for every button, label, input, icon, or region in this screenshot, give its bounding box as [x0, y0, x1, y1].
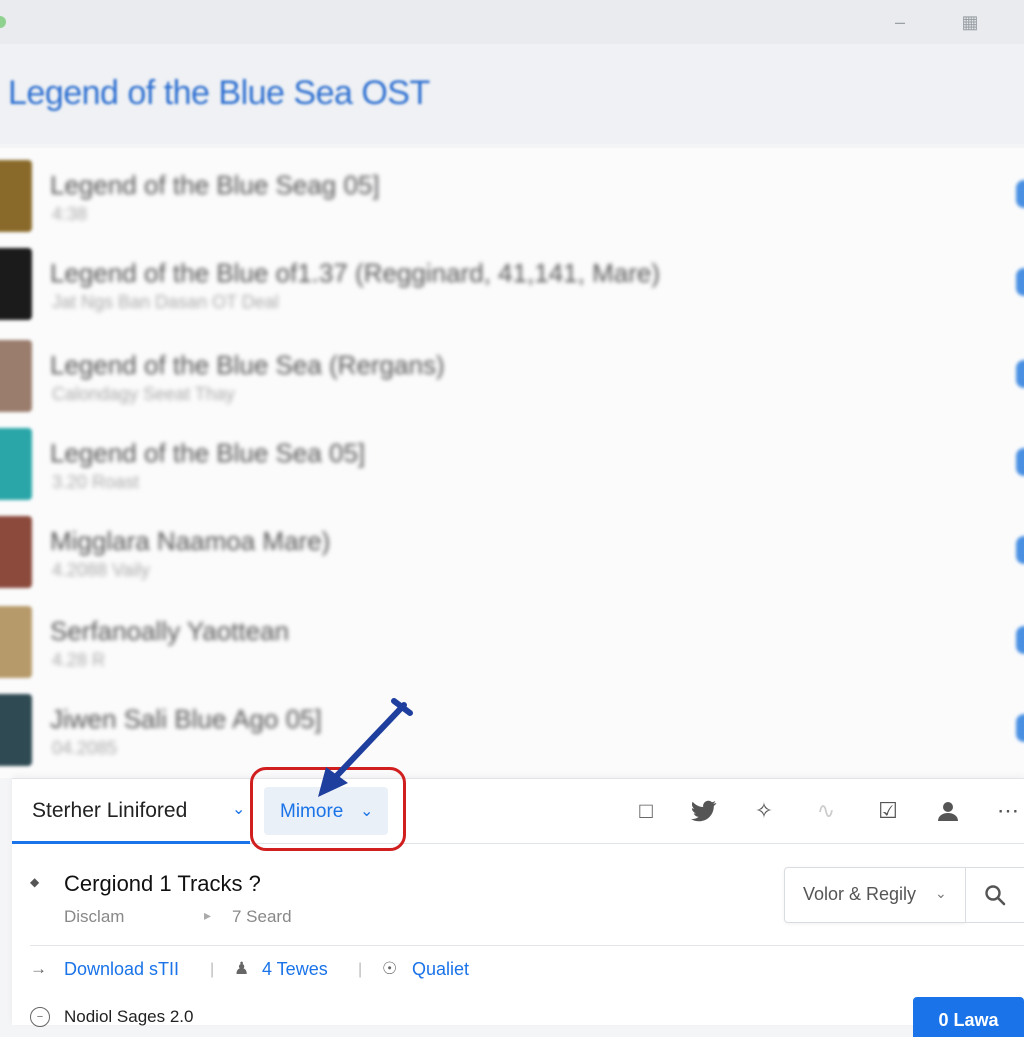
arrow-right-icon: →	[30, 959, 47, 978]
play-indicator[interactable]	[1016, 448, 1024, 476]
track-title: Jiwen Sali Blue Ago 05]	[50, 704, 322, 734]
tab-main-label: Sterher Linifored	[32, 799, 188, 822]
play-indicator[interactable]	[1016, 626, 1024, 654]
person-icon: ♟	[234, 959, 250, 978]
track-subtitle: 4:38	[52, 204, 88, 224]
track-row[interactable]: Migglara Naamoa Mare) 4.2088 Vaily	[0, 504, 1024, 592]
play-indicator[interactable]	[1016, 180, 1024, 208]
track-row[interactable]: Legend of the Blue Sea (Rergans) Calonda…	[0, 328, 1024, 416]
more-icon[interactable]: ⋯	[992, 795, 1024, 827]
track-thumbnail	[0, 248, 32, 320]
pointer-arrow-icon	[318, 698, 413, 797]
checkbox-icon[interactable]: ☑	[872, 795, 904, 827]
track-title: Legend of the Blue Seag 05]	[50, 170, 380, 200]
primary-button[interactable]: 0 Lawa	[913, 997, 1024, 1037]
category-subtitle: Disclam	[64, 907, 125, 926]
track-row[interactable]: Legend of the Blue Sea 05] 3.20 Roast	[0, 416, 1024, 504]
panel-tab-bar: Sterher Linifored ⌄ Mimore ⌄ □ ✧ ∿ ☑ ⋯	[12, 698, 1024, 851]
divider: |	[358, 961, 363, 978]
track-thumbnail	[0, 694, 32, 766]
track-row[interactable]: Legend of the Blue of1.37 (Regginard, 41…	[0, 236, 1024, 324]
bottom-panel: Sterher Linifored ⌄ Mimore ⌄ □ ✧ ∿ ☑ ⋯ ◆…	[12, 698, 1024, 1037]
track-title: Legend of the Blue Sea (Rergans)	[50, 350, 445, 380]
track-title: Legend of the Blue Sea 05]	[50, 438, 366, 468]
twitter-icon[interactable]	[688, 795, 720, 827]
top-bar: – ▦	[0, 0, 1024, 45]
quality-link[interactable]: Qualiet	[412, 959, 469, 980]
chevron-down-icon: ⌄	[935, 885, 947, 901]
track-subtitle: Calondagy Seeat Thay	[52, 384, 235, 404]
track-row[interactable]: Legend of the Blue Seag 05] 4:38	[0, 148, 1024, 236]
page-title: Legend of the Blue Sea OST	[8, 74, 430, 112]
play-indicator[interactable]	[1016, 536, 1024, 564]
track-subtitle: 4.28 R	[52, 650, 106, 670]
track-row[interactable]: Jiwen Sali Blue Ago 05] 04.2085	[0, 682, 1024, 770]
track-title: Serfanoally Yaottean	[50, 616, 289, 646]
track-list: Legend of the Blue Seag 05] 4:38 Legend …	[0, 148, 1024, 778]
track-subtitle: Jat Ngs Ban Dasan OT Deal	[52, 292, 279, 312]
track-subtitle: 04.2085	[52, 738, 118, 758]
track-thumbnail	[0, 428, 32, 500]
track-subtitle: 4.2088 Vaily	[52, 560, 150, 580]
track-thumbnail	[0, 160, 32, 232]
minus-circle-icon: −	[30, 1007, 50, 1027]
tab-main[interactable]: Sterher Linifored ⌄	[12, 779, 250, 844]
page-header: Legend of the Blue Sea OST	[0, 44, 1024, 144]
category-title: Cergiond 1 Tracks ?	[64, 871, 261, 896]
grid-icon[interactable]: ▦	[958, 10, 982, 34]
bookmark-icon[interactable]: □	[630, 795, 662, 827]
caret-right-icon: ▸	[204, 907, 212, 923]
play-indicator[interactable]	[1016, 714, 1024, 742]
category-count: 7 Seard	[232, 907, 292, 926]
search-icon	[985, 885, 1006, 906]
divider: |	[210, 961, 215, 978]
sort-dropdown[interactable]: Volor & Regily ⌄	[784, 867, 966, 923]
search-button[interactable]	[966, 867, 1024, 923]
track-subtitle: 3.20 Roast	[52, 472, 140, 492]
share-icon[interactable]: ✧	[748, 795, 780, 827]
tewes-link[interactable]: 4 Tewes	[262, 959, 328, 980]
user-icon[interactable]	[932, 795, 964, 827]
category-bullet-icon: ◆	[30, 875, 40, 889]
track-row[interactable]: Serfanoally Yaottean 4.28 R	[0, 594, 1024, 682]
sort-dropdown-label: Volor & Regily	[803, 884, 917, 904]
chevron-down-icon[interactable]: ⌄	[232, 799, 245, 819]
download-link[interactable]: Download sTII	[64, 959, 179, 980]
track-thumbnail	[0, 340, 32, 412]
footer-text: Nodiol Sages 2.0	[64, 1007, 194, 1026]
track-thumbnail	[0, 606, 32, 678]
signal-icon[interactable]: ∿	[810, 795, 842, 827]
minimize-icon[interactable]: –	[888, 10, 912, 34]
track-thumbnail	[0, 516, 32, 588]
track-title: Legend of the Blue of1.37 (Regginard, 41…	[50, 258, 660, 288]
play-indicator[interactable]	[1016, 360, 1024, 388]
status-dot	[0, 16, 6, 28]
play-indicator[interactable]	[1016, 268, 1024, 296]
divider	[30, 945, 1024, 946]
track-title: Migglara Naamoa Mare)	[50, 526, 331, 556]
quality-icon: ☉	[382, 959, 398, 978]
